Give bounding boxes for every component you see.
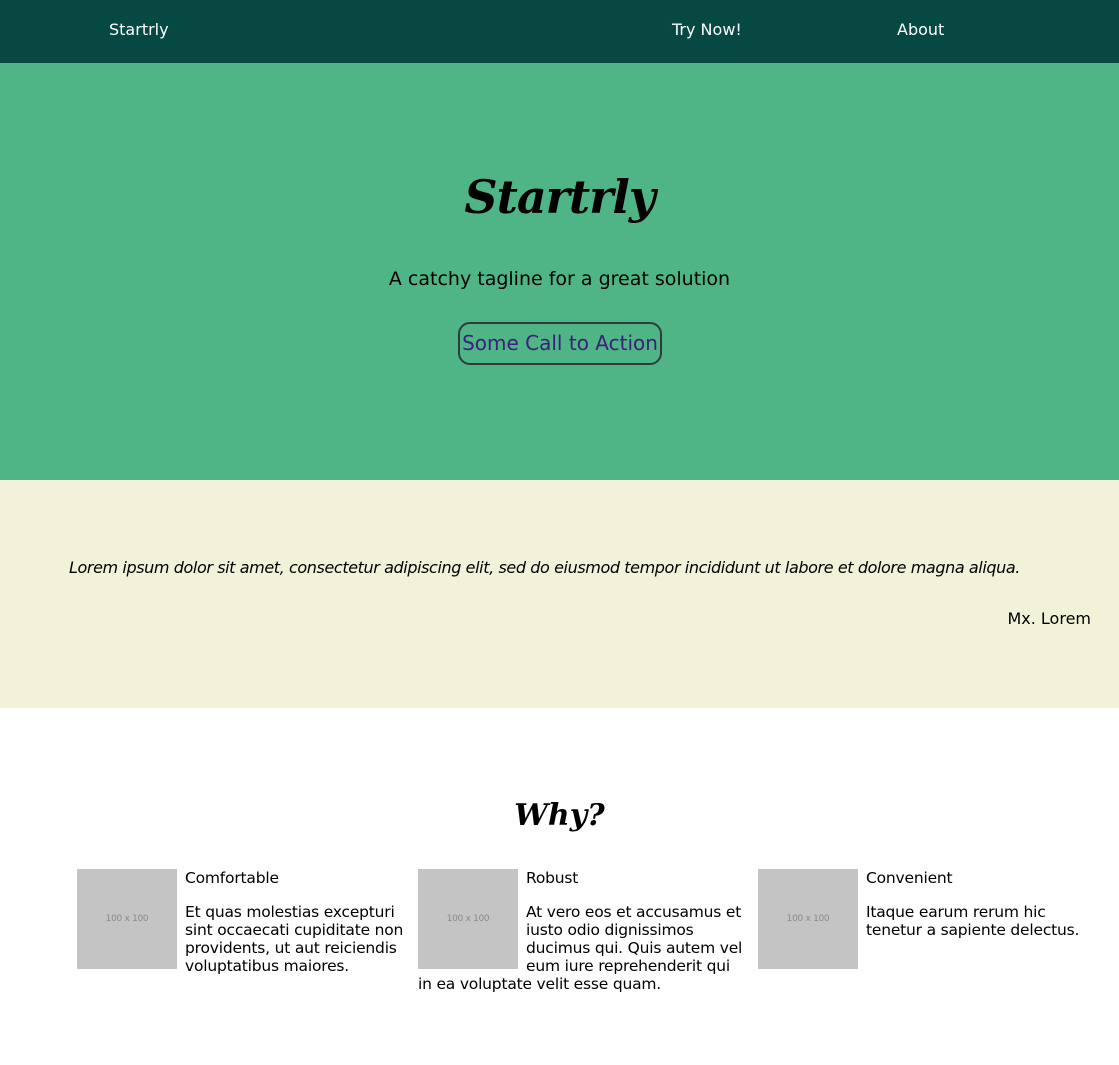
why-section: Why? 100 x 100 Comfortable Et quas moles… (0, 708, 1119, 1065)
testimonial-author: Mx. Lorem (1007, 609, 1091, 628)
placeholder-image: 100 x 100 (418, 869, 518, 969)
placeholder-image: 100 x 100 (77, 869, 177, 969)
testimonial-quote: Lorem ipsum dolor sit amet, consectetur … (69, 558, 1020, 577)
testimonial-section: Lorem ipsum dolor sit amet, consectetur … (0, 480, 1119, 708)
top-nav: Startrly Try Now! About (0, 0, 1119, 63)
hero-title: Startrly (464, 170, 655, 224)
why-heading: Why? (514, 798, 605, 833)
nav-about-link[interactable]: About (897, 19, 944, 41)
hero-tagline: A catchy tagline for a great solution (388, 268, 731, 290)
placeholder-image-label: 100 x 100 (105, 914, 149, 924)
feature-convenient: 100 x 100 Convenient Itaque earum rerum … (758, 869, 1088, 969)
nav-brand-link[interactable]: Startrly (109, 19, 169, 41)
nav-try-now-link[interactable]: Try Now! (672, 19, 742, 41)
feature-robust: 100 x 100 Robust At vero eos et accusamu… (418, 869, 748, 993)
call-to-action-button[interactable]: Some Call to Action (458, 322, 662, 365)
hero-section: Startrly A catchy tagline for a great so… (0, 63, 1119, 480)
placeholder-image-label: 100 x 100 (786, 914, 830, 924)
placeholder-image: 100 x 100 (758, 869, 858, 969)
placeholder-image-label: 100 x 100 (446, 914, 490, 924)
feature-comfortable: 100 x 100 Comfortable Et quas molestias … (77, 869, 407, 975)
